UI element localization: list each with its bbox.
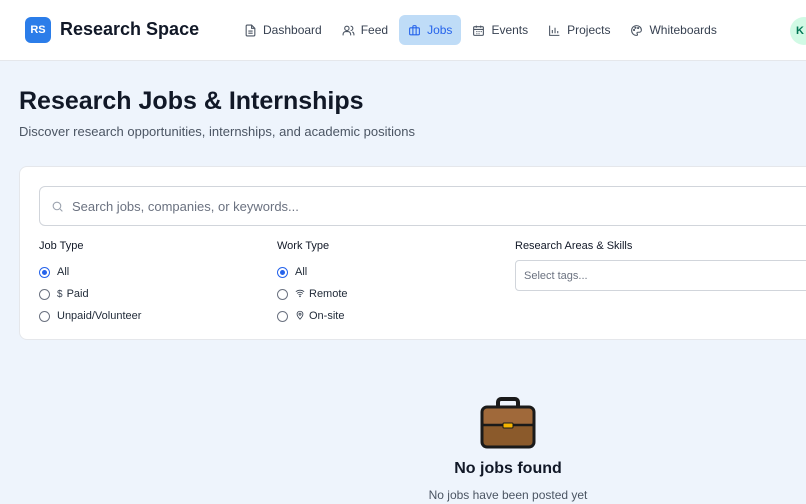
- wifi-icon: [295, 288, 305, 300]
- job-type-option-unpaid[interactable]: Unpaid/Volunteer: [39, 305, 141, 327]
- briefcase-icon: [409, 24, 420, 35]
- brand-name[interactable]: Research Space: [60, 19, 199, 40]
- option-label: On-site: [309, 310, 345, 322]
- radio-button[interactable]: [277, 266, 288, 278]
- briefcase-icon: [480, 397, 536, 449]
- nav-jobs-label: Jobs: [427, 23, 453, 37]
- filters-card: Job Type All $ Paid Unpaid/Volunteer Wor…: [19, 166, 806, 340]
- nav-dashboard[interactable]: Dashboard: [235, 15, 331, 45]
- palette-icon: [631, 24, 643, 36]
- work-type-title: Work Type: [277, 240, 330, 252]
- empty-state-message: No jobs have been posted yet: [428, 488, 588, 502]
- search-icon: [52, 201, 63, 212]
- radio-button[interactable]: [39, 288, 50, 300]
- logo-badge[interactable]: RS: [25, 17, 51, 43]
- dollar-icon: $: [57, 288, 63, 300]
- option-label: Unpaid/Volunteer: [57, 310, 142, 322]
- option-label: All: [57, 266, 70, 278]
- job-type-option-paid[interactable]: $ Paid: [39, 283, 141, 305]
- nav-feed[interactable]: Feed: [333, 15, 397, 45]
- search-box: [39, 186, 806, 226]
- nav-whiteboards-label: Whiteboards: [649, 23, 717, 37]
- calendar-icon: [473, 25, 485, 36]
- research-areas-title: Research Areas & Skills: [515, 240, 633, 252]
- work-type-option-all[interactable]: All: [277, 261, 348, 283]
- nav-projects[interactable]: Projects: [539, 15, 619, 45]
- radio-button[interactable]: [39, 266, 50, 278]
- job-type-option-all[interactable]: All: [39, 261, 141, 283]
- nav-dashboard-label: Dashboard: [263, 23, 322, 37]
- nav-feed-label: Feed: [360, 23, 389, 37]
- document-icon: [245, 24, 256, 36]
- work-type-filter: Work Type All Remote On-site: [277, 240, 348, 327]
- empty-state-title: No jobs found: [454, 460, 562, 477]
- job-type-title: Job Type: [39, 240, 84, 252]
- radio-button[interactable]: [277, 310, 288, 322]
- job-type-filter: Job Type All $ Paid Unpaid/Volunteer: [39, 240, 141, 327]
- top-navbar: RS Research Space Dashboard Feed Jobs Ev…: [0, 0, 806, 61]
- nav-events[interactable]: Events: [463, 15, 537, 45]
- page-title: Research Jobs & Internships: [19, 87, 364, 115]
- bar-chart-icon: [549, 25, 560, 36]
- main-nav: Dashboard Feed Jobs Events Projects Whit…: [235, 15, 728, 45]
- radio-button[interactable]: [277, 288, 288, 300]
- option-label: Remote: [309, 288, 348, 300]
- research-areas-filter: Research Areas & Skills: [515, 240, 632, 261]
- nav-events-label: Events: [491, 23, 529, 37]
- page-subtitle: Discover research opportunities, interns…: [19, 124, 415, 139]
- map-pin-icon: [295, 310, 305, 322]
- users-icon: [342, 25, 355, 35]
- nav-jobs[interactable]: Jobs: [399, 15, 462, 45]
- nav-projects-label: Projects: [567, 23, 611, 37]
- tags-select[interactable]: Select tags...: [515, 260, 806, 291]
- work-type-option-onsite[interactable]: On-site: [277, 305, 348, 327]
- option-label: All: [295, 266, 308, 278]
- search-input[interactable]: [72, 187, 806, 225]
- option-label: Paid: [66, 288, 89, 300]
- radio-button[interactable]: [39, 310, 50, 322]
- work-type-option-remote[interactable]: Remote: [277, 283, 348, 305]
- nav-whiteboards[interactable]: Whiteboards: [621, 15, 725, 45]
- user-avatar[interactable]: K: [790, 17, 806, 45]
